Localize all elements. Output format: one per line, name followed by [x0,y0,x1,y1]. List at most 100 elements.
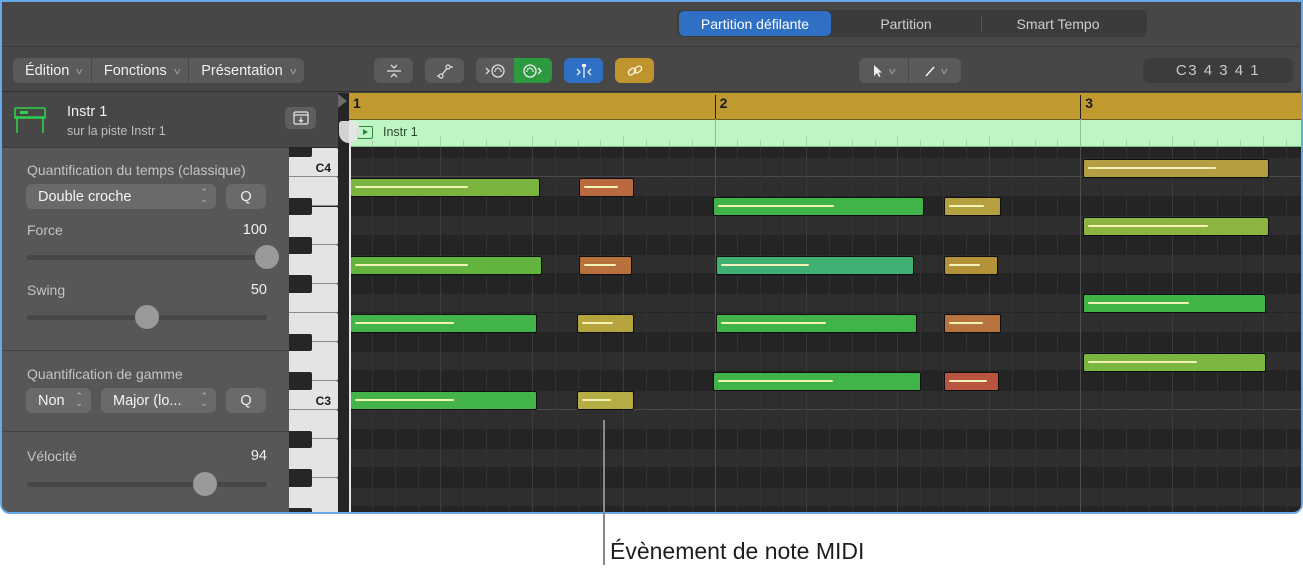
midi-note-event[interactable] [350,177,540,197]
grid-row [349,468,1301,488]
black-key[interactable] [289,147,312,157]
download-button[interactable] [285,107,316,129]
chevron-down-icon: v [940,65,948,76]
midi-note-event[interactable] [713,371,922,391]
midi-note-event[interactable] [944,313,1002,333]
black-key[interactable] [289,275,312,293]
scale-mode-popup[interactable]: Non ⌃ ⌄ [26,388,91,413]
velocity-line [949,321,984,324]
region-tick [988,136,990,146]
velocity-line [949,263,980,266]
midi-in-button[interactable] [476,58,514,83]
region-tick [463,140,465,146]
strength-label: Force [27,222,63,238]
scale-mode-value: Non [38,392,65,409]
region-tick [737,140,739,146]
midi-note-event[interactable] [350,313,538,333]
midi-note-event[interactable] [1083,352,1267,372]
region-tick [486,140,488,146]
beat-line [1057,147,1059,512]
menu-presentation[interactable]: Présentation v [189,58,304,83]
time-quantize-popup[interactable]: Double croche ⌃ ⌄ [26,184,216,209]
black-key[interactable] [289,333,312,351]
playhead[interactable] [349,120,351,512]
midi-in-icon [485,63,505,78]
position-display: C3 4 3 4 1 [1143,58,1293,83]
velocity-line [355,263,468,266]
note-grid[interactable] [349,147,1301,512]
beat-line [1125,147,1127,512]
swing-slider-knob[interactable] [135,305,159,329]
midi-note-event[interactable] [944,255,998,275]
automation-button[interactable] [425,58,464,83]
region-tick [1285,140,1287,146]
swing-value: 50 [250,282,267,298]
piano-keyboard[interactable]: C4 C3 [289,147,338,512]
time-quantize-q-button[interactable]: Q [226,184,266,209]
ruler-marker-icon [338,94,347,108]
midi-note-event[interactable] [350,255,542,275]
velocity-slider[interactable] [27,472,267,496]
region-tick [920,140,922,146]
midi-note-event[interactable] [577,313,635,333]
midi-note-event[interactable] [1083,158,1269,178]
callout-leader-line [603,420,605,565]
tab-smart-tempo[interactable]: Smart Tempo [982,11,1134,36]
bar-ruler[interactable]: 1 2 3 [349,93,1301,120]
menu-fonctions[interactable]: Fonctions v [92,58,190,83]
beat-line [554,147,556,512]
midi-note-event[interactable] [1083,216,1269,236]
black-key[interactable] [289,508,312,512]
collapse-button[interactable] [374,58,413,83]
menu-edition[interactable]: Édition v [13,58,92,83]
link-button[interactable] [615,58,654,83]
menu-group: Édition v Fonctions v Présentation v [13,58,305,83]
tab-partition-defilante[interactable]: Partition défilante [679,11,831,36]
midi-note-event[interactable] [944,197,1002,217]
region-header[interactable]: Instr 1 [349,119,1301,147]
beat-line [1171,147,1173,512]
black-key[interactable] [289,236,312,254]
black-key[interactable] [289,197,312,216]
tab-partition[interactable]: Partition [831,11,981,36]
pointer-tool-button[interactable]: v [859,58,909,83]
link-icon [627,64,642,76]
grid-row [349,410,1301,430]
region-tick [1217,140,1219,146]
catch-playhead-button[interactable] [564,58,603,83]
midi-out-button[interactable] [514,58,552,83]
region-tick [943,140,945,146]
midi-note-event[interactable] [713,197,924,217]
velocity-line [355,321,455,324]
region-tick [806,136,807,146]
velocity-line [1088,224,1208,227]
black-key[interactable] [289,430,312,448]
playhead-handle[interactable] [339,121,359,143]
midi-note-event[interactable] [577,391,635,411]
scale-type-popup[interactable]: Major (lo... ⌃ ⌄ [101,388,216,413]
strength-slider-knob[interactable] [255,245,279,269]
strength-slider[interactable] [27,245,279,269]
midi-note-event[interactable] [715,313,917,333]
midi-note-event[interactable] [578,177,635,197]
pencil-tool-button[interactable]: v [909,58,961,83]
bar-number: 2 [714,95,727,119]
midi-note-event[interactable] [350,391,538,411]
grid-row [349,507,1301,512]
black-key[interactable] [289,372,312,390]
octave-label: C3 [315,393,331,408]
velocity-slider-knob[interactable] [192,472,217,496]
piano-roll-window: Partition défilante Partition Smart Temp… [0,0,1303,514]
midi-note-event[interactable] [944,371,999,391]
region-subtitle: sur la piste Instr 1 [67,124,166,138]
midi-note-event[interactable] [578,255,633,275]
midi-note-event[interactable] [715,255,915,275]
section-divider [2,431,289,432]
velocity-line [949,205,985,208]
bar-number: 3 [1080,95,1093,119]
menu-fonctions-label: Fonctions [103,62,167,79]
midi-note-event[interactable] [1083,294,1267,314]
swing-slider[interactable] [27,305,267,329]
scale-quantize-q-button[interactable]: Q [226,388,266,413]
black-key[interactable] [289,469,312,487]
